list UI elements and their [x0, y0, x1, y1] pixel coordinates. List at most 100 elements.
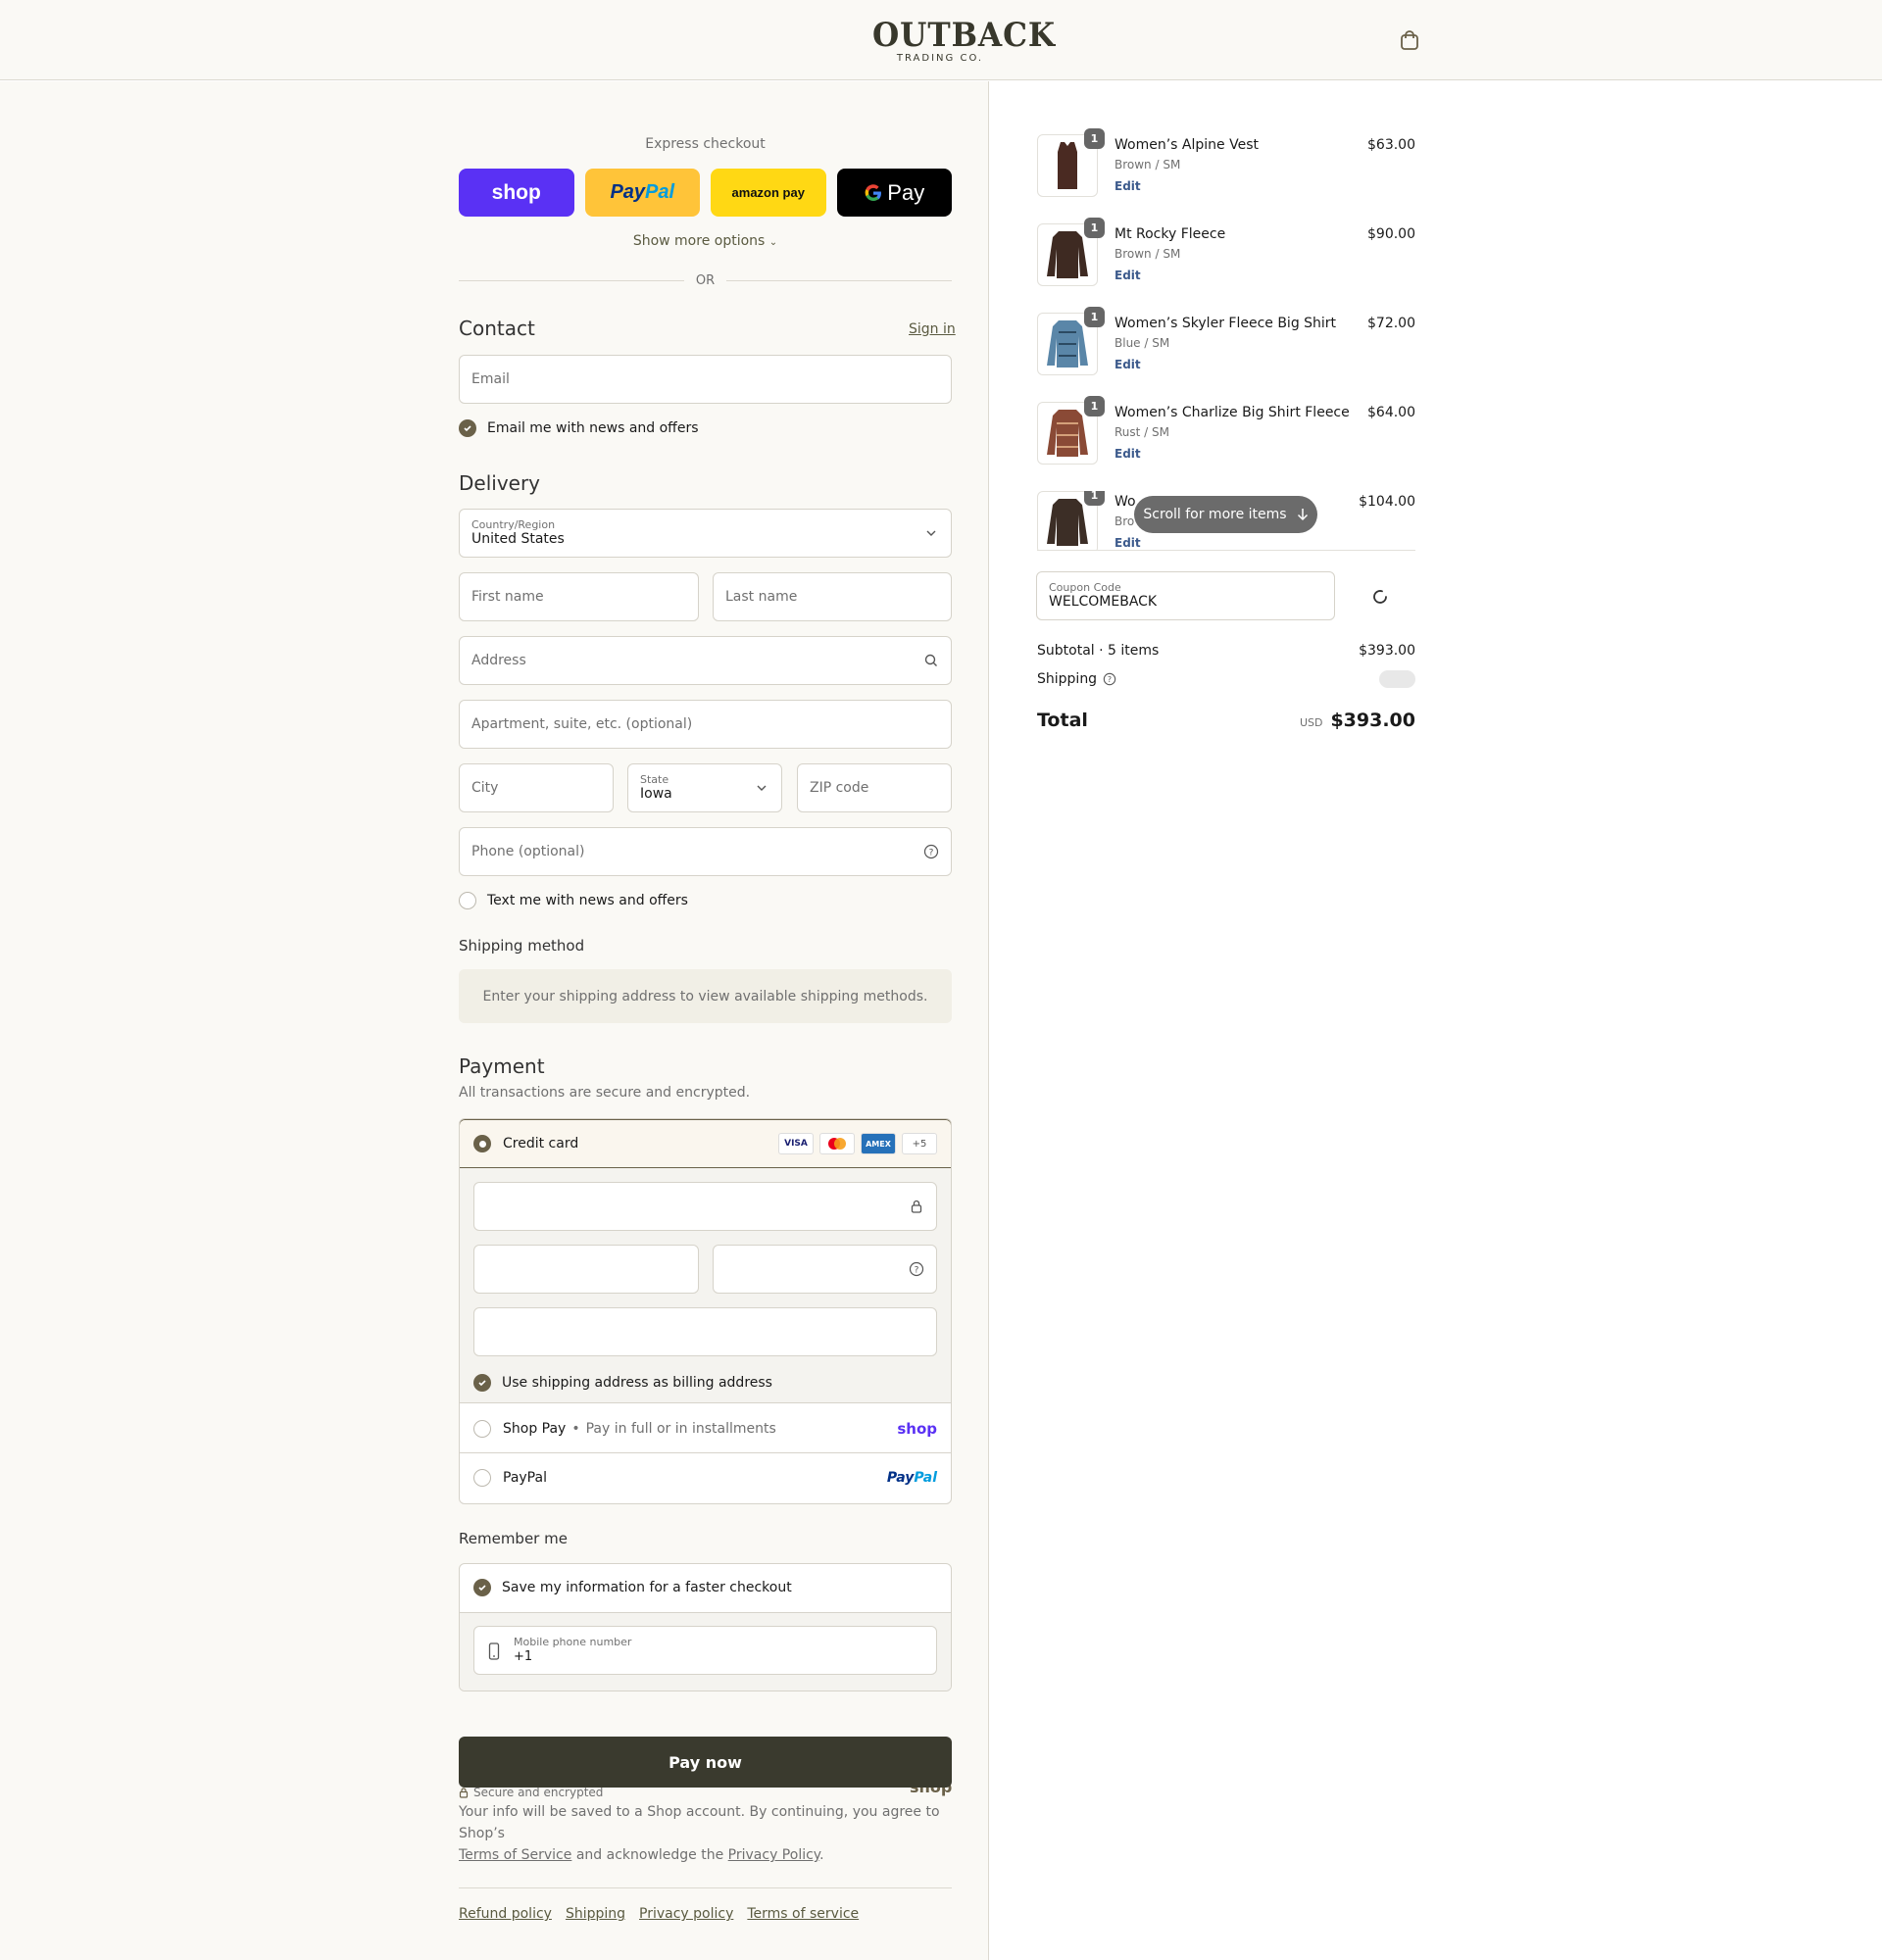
country-value: United States — [471, 531, 565, 547]
paypal-label-a: Pay — [610, 181, 646, 203]
city-placeholder: City — [471, 780, 499, 796]
show-more-options-link[interactable]: Show more options ⌄ — [459, 233, 952, 249]
city-field[interactable]: City — [459, 763, 614, 812]
zip-field[interactable]: ZIP code — [797, 763, 952, 812]
svg-text:?: ? — [1108, 675, 1112, 684]
svg-text:?: ? — [915, 1266, 919, 1276]
google-g-icon — [865, 183, 882, 201]
express-checkout-title: Express checkout — [645, 136, 766, 152]
help-icon[interactable]: ? — [1103, 672, 1116, 686]
email-news-label: Email me with news and offers — [487, 420, 699, 436]
secure-text: Secure and encrypted — [473, 1786, 604, 1799]
first-name-placeholder: First name — [471, 589, 544, 605]
billing-address-label: Use shipping address as billing address — [502, 1375, 772, 1391]
legal-and: and acknowledge the — [575, 1847, 724, 1863]
item-edit-link[interactable]: Edit — [1114, 269, 1141, 282]
email-news-checkbox[interactable]: Email me with news and offers — [459, 419, 699, 437]
item-price: $63.00 — [1367, 137, 1415, 153]
divider-line — [459, 279, 684, 281]
state-select[interactable]: State Iowa — [627, 763, 782, 812]
mobile-phone-area: Mobile phone number +1 — [460, 1612, 951, 1690]
privacy-policy-link[interactable]: Privacy Policy — [728, 1847, 819, 1863]
paypal-label-b: Pal — [645, 181, 675, 203]
quantity-badge: 1 — [1084, 491, 1105, 506]
help-icon[interactable]: ? — [923, 844, 939, 859]
address-field[interactable]: Address — [459, 636, 952, 685]
country-select[interactable]: Country/Region United States — [459, 509, 952, 558]
footer-links: Refund policy Shipping Privacy policy Te… — [459, 1906, 952, 1922]
refund-policy-link[interactable]: Refund policy — [459, 1906, 552, 1922]
terms-of-service-link[interactable]: Terms of Service — [459, 1847, 571, 1863]
save-info-label: Save my information for a faster checkou… — [502, 1580, 792, 1595]
scroll-tip-label: Scroll for more items — [1143, 507, 1287, 522]
chevron-down-icon — [926, 530, 936, 536]
shopping-bag-icon[interactable] — [1400, 29, 1419, 51]
scroll-for-more-button[interactable]: Scroll for more items — [1134, 496, 1317, 533]
checkbox-empty — [459, 892, 476, 909]
amazon-pay-express-button[interactable]: amazon pay — [711, 169, 826, 217]
chevron-down-icon: ⌄ — [768, 237, 778, 248]
item-edit-link[interactable]: Edit — [1114, 447, 1141, 461]
card-number-field[interactable] — [473, 1182, 937, 1231]
loading-spinner-icon — [1373, 590, 1387, 604]
shipping-notice-text: Enter your shipping address to view avai… — [482, 988, 928, 1004]
credit-card-option[interactable]: Credit card VISA AMEX +5 — [460, 1119, 951, 1168]
help-icon[interactable]: ? — [909, 1261, 924, 1277]
country-label: Country/Region — [471, 518, 556, 531]
terms-of-service-footer-link[interactable]: Terms of service — [747, 1906, 859, 1922]
credit-card-form: ? Use shipping address as billing addres… — [460, 1168, 951, 1403]
divider-line — [726, 279, 953, 281]
state-label: State — [640, 773, 669, 786]
total-value: $393.00 — [1330, 710, 1415, 731]
subtotal-row: Subtotal · 5 items $393.00 — [1037, 643, 1415, 659]
payment-subtitle: All transactions are secure and encrypte… — [459, 1085, 751, 1101]
shipping-label: Shipping — [1037, 671, 1098, 687]
item-variant: Blue / SM — [1114, 336, 1170, 350]
quantity-badge: 1 — [1084, 307, 1105, 327]
security-code-field[interactable]: ? — [713, 1245, 937, 1294]
subtotal-value: $393.00 — [1359, 643, 1415, 659]
billing-address-checkbox[interactable]: Use shipping address as billing address — [473, 1374, 772, 1392]
item-edit-link[interactable]: Edit — [1114, 358, 1141, 371]
item-edit-link[interactable]: Edit — [1114, 179, 1141, 193]
shop-pay-express-button[interactable]: shop — [459, 169, 574, 217]
mobile-phone-field[interactable]: Mobile phone number +1 — [473, 1626, 937, 1675]
or-divider: OR — [459, 270, 953, 290]
last-name-field[interactable]: Last name — [713, 572, 952, 621]
blue-shirt-image — [1047, 320, 1088, 368]
item-price: $104.00 — [1359, 494, 1415, 510]
item-edit-link[interactable]: Edit — [1114, 536, 1141, 550]
text-news-checkbox[interactable]: Text me with news and offers — [459, 892, 688, 909]
paypal-option[interactable]: PayPal PayPal — [460, 1453, 951, 1502]
phone-field[interactable]: Phone (optional) ? — [459, 827, 952, 876]
first-name-field[interactable]: First name — [459, 572, 699, 621]
or-label: OR — [695, 272, 716, 288]
item-variant: Brown / SM — [1114, 247, 1181, 261]
header: OUTBACK TRADING CO. — [0, 0, 1882, 80]
name-on-card-field[interactable] — [473, 1307, 937, 1356]
coupon-code-field[interactable]: Coupon Code WELCOMEBACK — [1036, 571, 1335, 620]
sign-in-link[interactable]: Sign in — [909, 321, 956, 337]
google-pay-express-button[interactable]: Pay — [836, 169, 952, 217]
pay-now-button[interactable]: Pay now — [459, 1737, 952, 1788]
remember-me-title: Remember me — [459, 1530, 568, 1547]
radio-selected — [473, 1135, 491, 1152]
save-info-checkbox[interactable]: Save my information for a faster checkou… — [473, 1579, 792, 1596]
store-logo[interactable]: OUTBACK TRADING CO. — [867, 18, 1055, 64]
amazon-pay-label: amazon pay — [731, 185, 805, 200]
footer-divider — [459, 1887, 952, 1888]
cart-item: 1 Mt Rocky Fleece Brown / SM Edit $90.00 — [1037, 218, 1415, 292]
item-name: Women’s Skyler Fleece Big Shirt — [1114, 316, 1337, 331]
email-field[interactable]: Email — [459, 355, 952, 404]
paypal-express-button[interactable]: Pay Pal — [584, 169, 700, 217]
shop-pay-option[interactable]: Shop Pay • Pay in full or in installment… — [460, 1404, 951, 1453]
expiration-date-field[interactable] — [473, 1245, 699, 1294]
privacy-policy-footer-link[interactable]: Privacy policy — [639, 1906, 733, 1922]
express-checkout-buttons: shop Pay Pal amazon pay Pay — [459, 169, 952, 217]
shipping-link[interactable]: Shipping — [566, 1906, 625, 1922]
zip-placeholder: ZIP code — [810, 780, 869, 796]
more-cards-badge: +5 — [902, 1133, 937, 1154]
apartment-field[interactable]: Apartment, suite, etc. (optional) — [459, 700, 952, 749]
secure-encrypted-note: Secure and encrypted — [459, 1786, 603, 1799]
paypal-logo-b: Pal — [914, 1470, 937, 1486]
